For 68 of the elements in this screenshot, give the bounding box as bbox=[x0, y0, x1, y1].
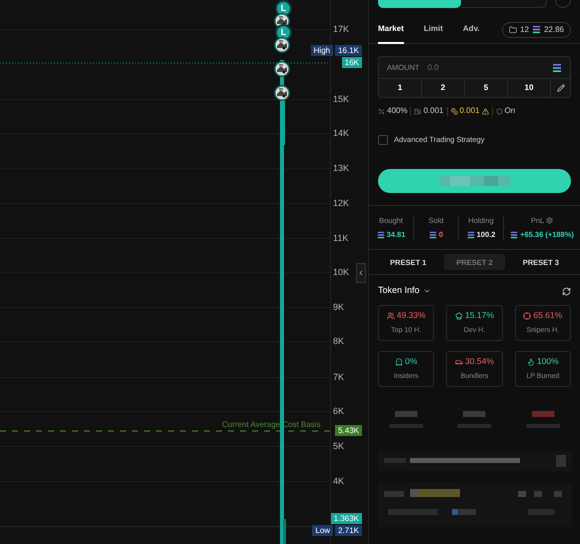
metric-value: 0% bbox=[405, 355, 418, 368]
gear-icon[interactable] bbox=[546, 217, 554, 224]
sol-icon bbox=[532, 25, 541, 34]
sol-icon bbox=[428, 230, 437, 239]
flame-icon bbox=[526, 358, 535, 366]
axis-label: 8K bbox=[333, 335, 344, 348]
setting-value: 400% bbox=[387, 105, 408, 117]
car-icon bbox=[455, 358, 464, 366]
sol-icon bbox=[466, 230, 475, 239]
axis-label: 9K bbox=[333, 301, 344, 314]
metric-value: 49.33% bbox=[396, 309, 426, 322]
metric-value: 15.17% bbox=[465, 309, 494, 322]
quick-amount-button[interactable]: 2 bbox=[422, 79, 465, 97]
price-tag: 1.363K bbox=[330, 513, 362, 524]
wallet-count: 12 bbox=[520, 24, 529, 36]
fuel-icon bbox=[414, 108, 422, 114]
axis-label: 17K bbox=[333, 23, 350, 36]
users-icon bbox=[386, 312, 395, 320]
price-tag: 5.43K bbox=[335, 425, 362, 436]
price-tag: 16K bbox=[342, 57, 362, 68]
quick-amount-button[interactable]: 1 bbox=[379, 79, 422, 97]
axis-label: 10K bbox=[333, 266, 350, 279]
metric-value: 100% bbox=[536, 355, 559, 368]
shield-icon bbox=[496, 108, 503, 114]
ghost-icon bbox=[395, 358, 404, 366]
axis-label: 6K bbox=[333, 405, 344, 418]
axis-label: 7K bbox=[333, 371, 344, 384]
folder-icon bbox=[509, 26, 518, 34]
section-title: Token Info bbox=[378, 284, 420, 298]
axis-label: 5K bbox=[333, 440, 344, 453]
order-tab[interactable]: Market bbox=[378, 16, 404, 44]
axis-label: 13K bbox=[333, 162, 350, 175]
price-tag-label: Low bbox=[312, 525, 334, 536]
order-tab[interactable]: Limit bbox=[424, 16, 443, 44]
axis-label: 12K bbox=[333, 197, 350, 210]
setting-value: 0.001 bbox=[460, 105, 480, 117]
sol-icon bbox=[552, 62, 562, 72]
blurred-text bbox=[440, 176, 510, 186]
quick-amount-button[interactable]: 10 bbox=[508, 79, 551, 97]
amount-field[interactable]: 0.0 bbox=[428, 62, 544, 74]
coins-icon bbox=[450, 108, 458, 114]
setting-value: On bbox=[504, 105, 516, 117]
checkbox[interactable] bbox=[378, 134, 388, 145]
axis-label: 11K bbox=[333, 232, 348, 245]
sol-icon bbox=[510, 230, 518, 239]
sol-icon bbox=[376, 230, 385, 239]
refresh-icon[interactable] bbox=[562, 286, 571, 296]
axis-label: 4K bbox=[333, 475, 344, 488]
collapse-button[interactable] bbox=[356, 263, 366, 283]
pencil-icon bbox=[556, 84, 564, 92]
axis-label: 15K bbox=[333, 93, 350, 106]
quick-amount-button[interactable]: 5 bbox=[465, 79, 508, 97]
chevron-down-icon[interactable] bbox=[422, 287, 431, 295]
order-tab[interactable]: Adv. bbox=[462, 16, 480, 44]
axis-label: 14K bbox=[333, 127, 350, 140]
setting-value: 0.001 bbox=[423, 105, 444, 117]
price-tag: 16.1K bbox=[335, 45, 362, 56]
wallet-pill[interactable]: 12 22.86 bbox=[502, 22, 571, 38]
price-tag: 2.71K bbox=[335, 525, 362, 536]
chef-hat-icon bbox=[455, 312, 464, 320]
metric-value: 30.54% bbox=[465, 355, 494, 368]
wallet-balance: 22.86 bbox=[544, 24, 564, 36]
price-tag-label: High bbox=[310, 45, 334, 56]
percent-icon bbox=[378, 108, 385, 114]
chevron-left-icon bbox=[357, 269, 365, 277]
metric-value: 65.61% bbox=[533, 309, 562, 322]
submit-button[interactable] bbox=[378, 169, 571, 194]
crosshair-icon bbox=[523, 312, 532, 320]
